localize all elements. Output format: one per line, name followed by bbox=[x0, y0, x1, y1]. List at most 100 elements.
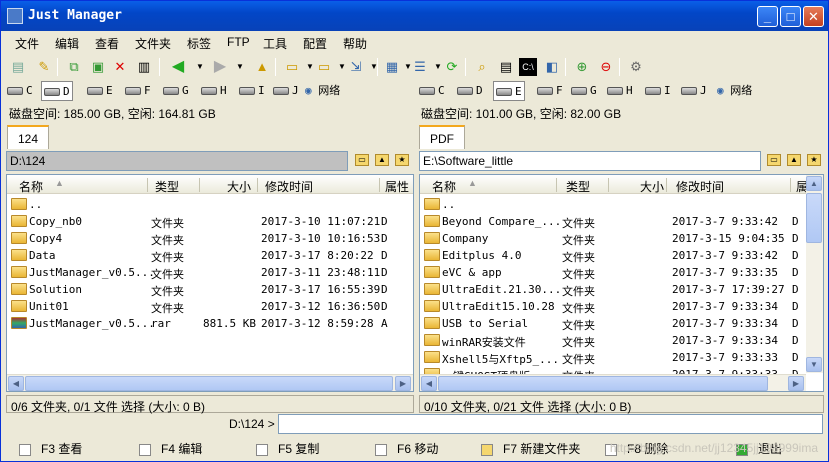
maximize-button[interactable]: □ bbox=[780, 6, 801, 27]
col-type[interactable]: 类型 bbox=[566, 178, 590, 195]
table-row[interactable]: Xshell5与Xftp5_... 文件夹 2017-3-7 9:33:33 D bbox=[420, 349, 823, 366]
folder-icon[interactable]: ▭ bbox=[315, 58, 333, 76]
right-vertical-scrollbar[interactable]: ▲ ▼ bbox=[806, 175, 823, 373]
table-row[interactable]: winRAR安装文件 文件夹 2017-3-7 9:33:34 D bbox=[420, 332, 823, 349]
table-row[interactable]: Copy_nb0 文件夹 2017-3-10 11:07:21 D bbox=[7, 213, 413, 230]
right-drive-g[interactable]: G bbox=[571, 81, 597, 101]
title-bar[interactable]: Just Manager _ □ ✕ bbox=[1, 1, 828, 31]
col-attr[interactable]: 属性 bbox=[385, 178, 409, 195]
up-folder-icon[interactable]: ▲ bbox=[375, 154, 389, 166]
left-horizontal-scrollbar[interactable]: ◀ ▶ bbox=[7, 374, 413, 391]
scrollbar-thumb[interactable] bbox=[806, 193, 822, 243]
f6-move-button[interactable]: F6 移动 bbox=[375, 440, 438, 458]
back-arrow-icon[interactable]: ◀ bbox=[169, 58, 187, 76]
scroll-left-icon[interactable]: ◀ bbox=[8, 376, 24, 391]
left-drive-e[interactable]: E bbox=[87, 81, 113, 101]
disconnect-drive-icon[interactable]: ⊖ bbox=[597, 58, 615, 76]
col-time[interactable]: 修改时间 bbox=[265, 178, 313, 195]
menu-ftp[interactable]: FTP bbox=[227, 35, 250, 49]
minimize-button[interactable]: _ bbox=[757, 6, 778, 27]
command-input[interactable] bbox=[278, 414, 823, 434]
col-name[interactable]: 名称 bbox=[19, 178, 43, 195]
table-row[interactable]: Data 文件夹 2017-3-17 8:20:22 D bbox=[7, 247, 413, 264]
scrollbar-thumb[interactable] bbox=[25, 376, 393, 391]
table-row[interactable]: UltraEdit.21.30... 文件夹 2017-3-7 17:39:27 D bbox=[420, 281, 823, 298]
chevron-down-icon[interactable]: ▼ bbox=[365, 58, 383, 76]
scroll-left-icon[interactable]: ◀ bbox=[421, 376, 437, 391]
right-network[interactable]: ◉ 网络 bbox=[717, 81, 752, 101]
menu-view[interactable]: 查看 bbox=[95, 35, 119, 52]
table-row[interactable]: eVC & app 文件夹 2017-3-7 9:33:35 D bbox=[420, 264, 823, 281]
left-drive-c[interactable]: C bbox=[7, 81, 33, 101]
scroll-down-icon[interactable]: ▼ bbox=[806, 357, 822, 372]
left-drive-h[interactable]: H bbox=[201, 81, 227, 101]
right-drive-i[interactable]: I bbox=[645, 81, 671, 101]
table-row[interactable]: Unit01 文件夹 2017-3-12 16:36:50 D bbox=[7, 298, 413, 315]
table-row[interactable]: JustManager_v0.5... 文件夹 2017-3-11 23:48:11… bbox=[7, 264, 413, 281]
right-drive-f[interactable]: F bbox=[537, 81, 563, 101]
col-size[interactable]: 大小 bbox=[640, 178, 664, 195]
col-name[interactable]: 名称 bbox=[432, 178, 456, 195]
f5-copy-button[interactable]: F5 复制 bbox=[256, 440, 319, 458]
f7-new-folder-button[interactable]: F7 新建文件夹 bbox=[481, 440, 580, 458]
folder-icon[interactable]: ▭ bbox=[355, 154, 369, 166]
paste-icon[interactable]: ▣ bbox=[89, 58, 107, 76]
refresh-icon[interactable]: ⟳ bbox=[443, 58, 461, 76]
table-row[interactable]: Company 文件夹 2017-3-15 9:04:35 D bbox=[420, 230, 823, 247]
edit-icon[interactable]: ✎ bbox=[35, 58, 53, 76]
table-row[interactable]: Solution 文件夹 2017-3-17 16:55:39 D bbox=[7, 281, 413, 298]
favorite-folder-icon[interactable]: ★ bbox=[807, 154, 821, 166]
f4-edit-button[interactable]: F4 编辑 bbox=[139, 440, 202, 458]
table-row[interactable]: Beyond Compare_... 文件夹 2017-3-7 9:33:42 D bbox=[420, 213, 823, 230]
search-icon[interactable]: ⌕ bbox=[473, 58, 491, 76]
table-row[interactable]: JustManager_v0.5... rar 881.5 KB 2017-3-12 … bbox=[7, 315, 413, 332]
col-size[interactable]: 大小 bbox=[227, 178, 251, 195]
right-drive-e[interactable]: E bbox=[493, 81, 525, 101]
left-drive-i[interactable]: I bbox=[239, 81, 265, 101]
table-row[interactable]: .. bbox=[420, 196, 823, 213]
copy-icon[interactable]: ⧉ bbox=[65, 58, 83, 76]
table-row[interactable]: Copy4 文件夹 2017-3-10 10:16:53 D bbox=[7, 230, 413, 247]
chevron-down-icon[interactable]: ▼ bbox=[231, 58, 249, 76]
scroll-right-icon[interactable]: ▶ bbox=[395, 376, 411, 391]
properties-icon[interactable]: ▥ bbox=[135, 58, 153, 76]
right-tab-pdf[interactable]: PDF bbox=[419, 125, 465, 149]
left-drive-j[interactable]: J bbox=[273, 81, 299, 101]
right-drive-d[interactable]: D bbox=[457, 81, 483, 101]
close-button[interactable]: ✕ bbox=[803, 6, 824, 27]
forward-arrow-icon[interactable]: ▶ bbox=[211, 58, 229, 76]
f3-view-button[interactable]: F3 查看 bbox=[19, 440, 82, 458]
folder-icon[interactable]: ▭ bbox=[767, 154, 781, 166]
folder-icon[interactable]: ▭ bbox=[283, 58, 301, 76]
right-drive-j[interactable]: J bbox=[681, 81, 707, 101]
terminal-icon[interactable]: C:\ bbox=[519, 58, 537, 76]
col-type[interactable]: 类型 bbox=[155, 178, 179, 195]
scrollbar-thumb[interactable] bbox=[438, 376, 768, 391]
right-drive-h[interactable]: H bbox=[607, 81, 633, 101]
up-folder-icon[interactable]: ▲ bbox=[253, 58, 271, 76]
right-horizontal-scrollbar[interactable]: ◀ ▶ bbox=[420, 374, 806, 391]
col-time[interactable]: 修改时间 bbox=[676, 178, 724, 195]
menu-config[interactable]: 配置 bbox=[303, 35, 327, 52]
left-tab-124[interactable]: 124 bbox=[7, 125, 50, 149]
menu-file[interactable]: 文件 bbox=[15, 35, 39, 52]
menu-folder[interactable]: 文件夹 bbox=[135, 35, 171, 52]
right-path-field[interactable]: E:\Software_little bbox=[419, 151, 761, 171]
new-file-icon[interactable]: ▤ bbox=[9, 58, 27, 76]
up-folder-icon[interactable]: ▲ bbox=[787, 154, 801, 166]
left-drive-g[interactable]: G bbox=[163, 81, 189, 101]
left-drive-d[interactable]: D bbox=[41, 81, 73, 101]
connect-drive-icon[interactable]: ⊕ bbox=[573, 58, 591, 76]
window-icon[interactable]: ◧ bbox=[543, 58, 561, 76]
gear-icon[interactable]: ⚙ bbox=[627, 58, 645, 76]
open-with-icon[interactable]: ⇲ bbox=[347, 58, 365, 76]
right-drive-c[interactable]: C bbox=[419, 81, 445, 101]
left-network[interactable]: ◉ 网络 bbox=[305, 81, 340, 101]
left-path-field[interactable]: D:\124 bbox=[6, 151, 348, 171]
menu-tools[interactable]: 工具 bbox=[263, 35, 287, 52]
menu-tabs[interactable]: 标签 bbox=[187, 35, 211, 52]
menu-help[interactable]: 帮助 bbox=[343, 35, 367, 52]
table-row[interactable]: USB to Serial 文件夹 2017-3-7 9:33:34 D bbox=[420, 315, 823, 332]
delete-icon[interactable]: ✕ bbox=[111, 58, 129, 76]
table-row[interactable]: Editplus 4.0 文件夹 2017-3-7 9:33:42 D bbox=[420, 247, 823, 264]
